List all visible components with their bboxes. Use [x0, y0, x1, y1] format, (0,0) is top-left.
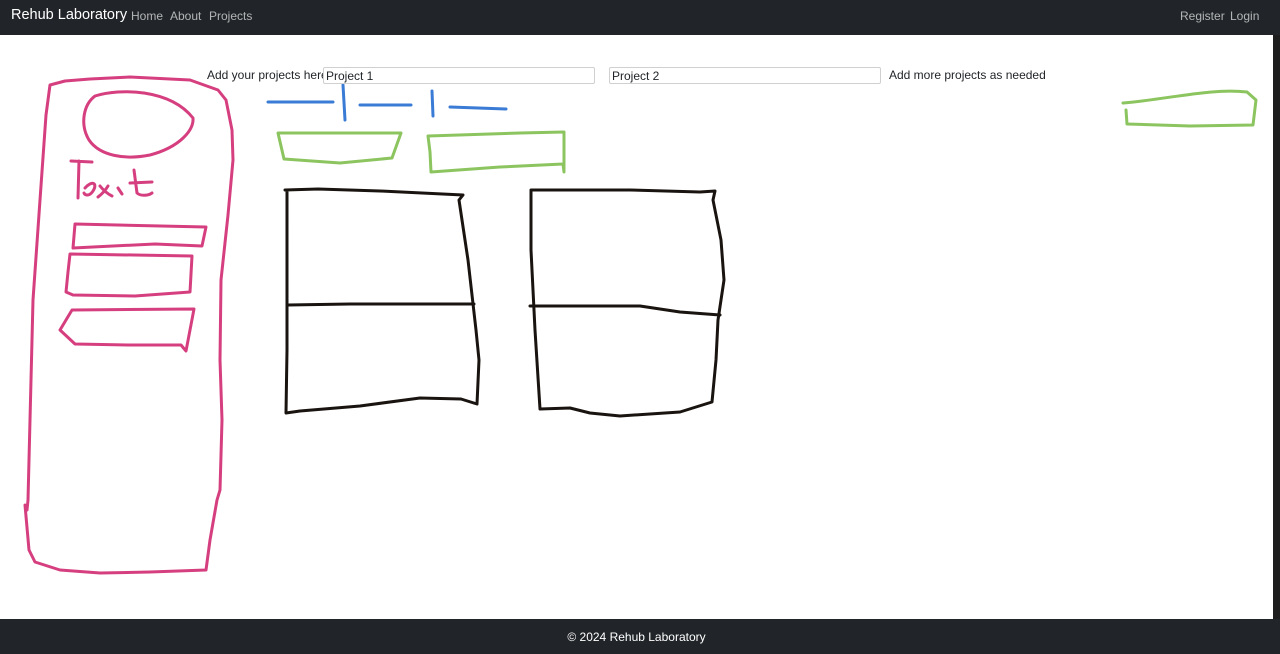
sketch-field-1 — [71, 222, 208, 250]
sketch-field-3 — [58, 307, 196, 353]
sketch-card-1 — [283, 187, 481, 415]
sketch-canvas — [23, 75, 1258, 575]
sketch-button-2 — [426, 130, 566, 174]
sketch-tab-line-3 — [448, 105, 508, 111]
sketch-button-3 — [1121, 89, 1258, 128]
nav-link-home[interactable]: Home — [131, 9, 163, 23]
project-1-input[interactable] — [323, 67, 595, 84]
brand-link[interactable]: Rehub Laboratory — [11, 7, 127, 23]
project-2-input[interactable] — [609, 67, 881, 84]
sketch-button-1 — [276, 131, 403, 165]
sketch-text-word — [69, 159, 154, 200]
nav-link-about[interactable]: About — [170, 9, 201, 23]
nav-link-login[interactable]: Login — [1230, 9, 1259, 23]
sketch-card-2 — [528, 188, 726, 418]
sketch-avatar-circle — [82, 90, 195, 159]
footer-copyright: © 2024 Rehub Laboratory — [567, 630, 706, 644]
nav-link-register[interactable]: Register — [1180, 9, 1225, 23]
sketch-tab-divider-1 — [341, 83, 347, 122]
nav-link-projects[interactable]: Projects — [209, 9, 252, 23]
add-projects-label: Add your projects here — [207, 68, 328, 82]
sketch-tab-divider-2 — [430, 89, 435, 118]
page-scrollbar[interactable] — [1273, 35, 1280, 619]
more-projects-label: Add more projects as needed — [889, 68, 1046, 82]
sketch-field-2 — [64, 252, 194, 298]
sketch-phone-outline — [23, 75, 235, 575]
navbar: Rehub Laboratory Home About Projects Reg… — [0, 0, 1280, 35]
footer: © 2024 Rehub Laboratory — [0, 619, 1280, 654]
